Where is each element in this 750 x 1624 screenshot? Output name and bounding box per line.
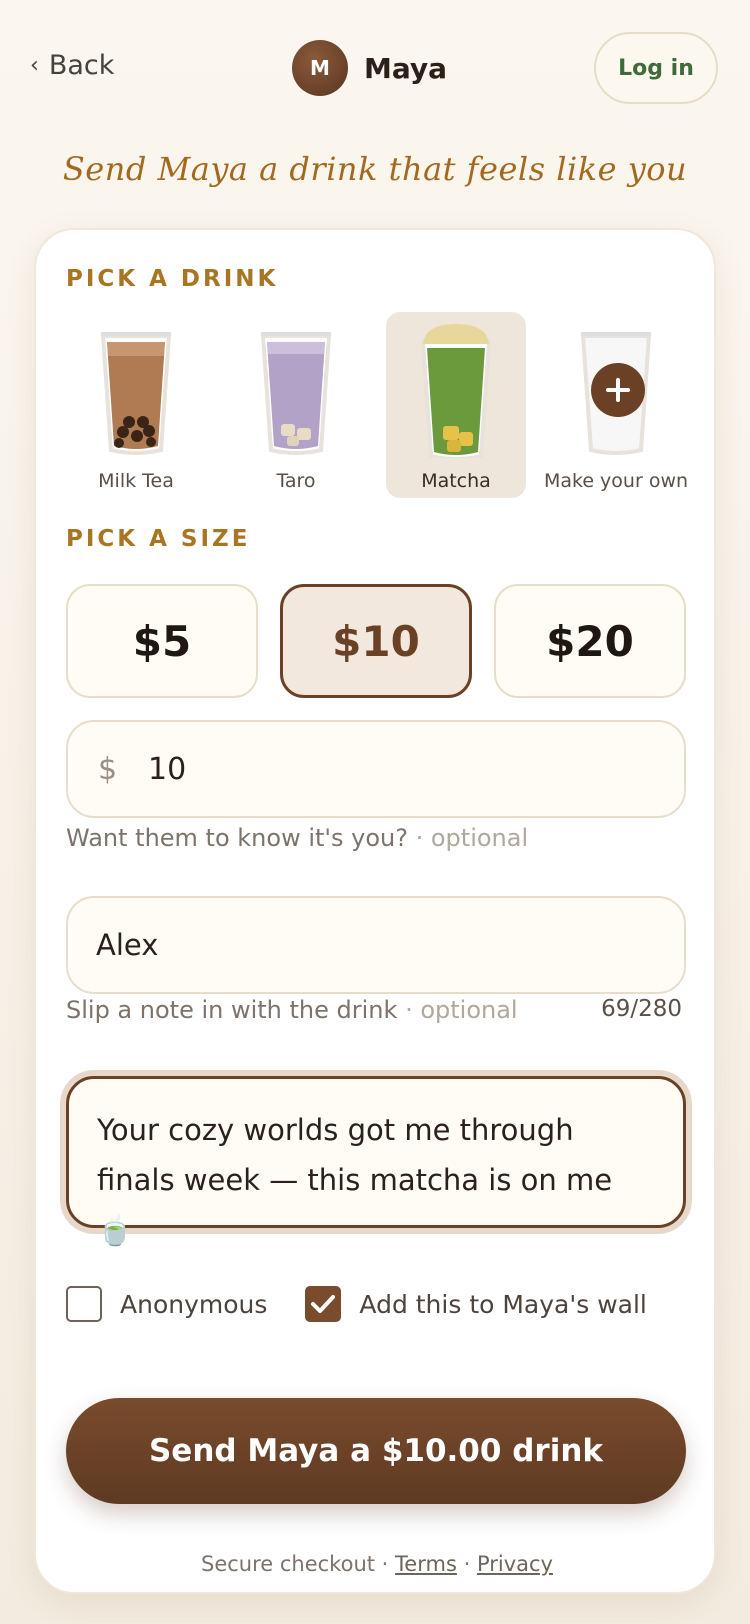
drink-option-milk-tea[interactable]: Milk Tea	[66, 312, 206, 498]
drink-option-make-your-own[interactable]: Make your own	[543, 312, 689, 498]
footer: Secure checkout · Terms · Privacy	[36, 1552, 718, 1576]
size-options: $5 $10 $20	[66, 584, 686, 698]
taro-cup-icon	[260, 332, 332, 455]
name-label-text: Want them to know it's you?	[66, 824, 408, 852]
note-textarea[interactable]: Your cozy worlds got me through finals w…	[66, 1076, 686, 1247]
custom-amount-value: 10	[148, 751, 187, 787]
drink-label: Make your own	[543, 470, 689, 492]
empty-cup-icon	[580, 332, 652, 455]
drink-option-taro[interactable]: Taro	[226, 312, 366, 498]
pick-drink-label: PICK A DRINK	[66, 266, 279, 292]
drink-options: Milk Tea Taro Matcha Make your own	[66, 312, 689, 498]
name-input[interactable]: Alex	[66, 896, 686, 994]
secure-checkout-text: Secure checkout	[200, 1552, 375, 1576]
back-label: Back	[48, 50, 115, 81]
optional-tag: · optional	[415, 824, 529, 852]
terms-link[interactable]: Terms	[395, 1552, 457, 1576]
size-button-10[interactable]: $10	[280, 584, 472, 698]
drink-option-matcha[interactable]: Matcha	[386, 312, 526, 498]
size-button-20[interactable]: $20	[494, 584, 686, 698]
creator-header: M Maya	[292, 40, 447, 96]
privacy-link[interactable]: Privacy	[477, 1552, 553, 1576]
checkmark-icon	[311, 1295, 336, 1313]
chevron-left-icon: ‹	[30, 53, 39, 78]
optional-tag: · optional	[405, 996, 518, 1024]
tagline: Send Maya a drink that feels like you	[62, 150, 688, 188]
character-counter: 69/280	[601, 996, 682, 1022]
custom-amount-input[interactable]: $ 10	[66, 720, 686, 818]
matcha-cup-icon	[420, 324, 492, 458]
note-label-text: Slip a note in with the drink	[66, 996, 398, 1024]
login-button[interactable]: Log in	[594, 32, 718, 104]
size-button-5[interactable]: $5	[66, 584, 258, 698]
creator-name: Maya	[364, 51, 448, 85]
milk-tea-cup-icon	[100, 332, 172, 455]
wall-label: Add this to Maya's wall	[359, 1289, 647, 1319]
drink-label: Taro	[276, 470, 316, 492]
page: ‹ Back M Maya Log in Send Maya a drink t…	[0, 0, 750, 1624]
back-button[interactable]: ‹ Back	[30, 50, 114, 81]
drink-label: Matcha	[421, 470, 491, 492]
note-field-label: Slip a note in with the drink · optional	[66, 996, 518, 1024]
checkbox-unchecked[interactable]	[66, 1286, 102, 1322]
anonymous-checkbox[interactable]: Anonymous	[66, 1286, 267, 1322]
options-row: Anonymous Add this to Maya's wall	[66, 1286, 685, 1322]
gift-card: PICK A DRINK Milk Tea Taro Matcha Make y…	[34, 228, 716, 1594]
separator: ·	[463, 1552, 471, 1576]
name-field-label: Want them to know it's you? · optional	[66, 824, 528, 852]
drink-label: Milk Tea	[98, 470, 174, 492]
send-drink-button[interactable]: Send Maya a $10.00 drink	[66, 1398, 686, 1504]
wall-checkbox[interactable]: Add this to Maya's wall	[305, 1286, 647, 1322]
anonymous-label: Anonymous	[120, 1289, 268, 1319]
separator: ·	[381, 1552, 389, 1576]
checkbox-checked[interactable]	[305, 1286, 342, 1322]
pick-size-label: PICK A SIZE	[66, 526, 251, 552]
avatar: M	[292, 40, 348, 96]
currency-symbol: $	[98, 751, 118, 787]
